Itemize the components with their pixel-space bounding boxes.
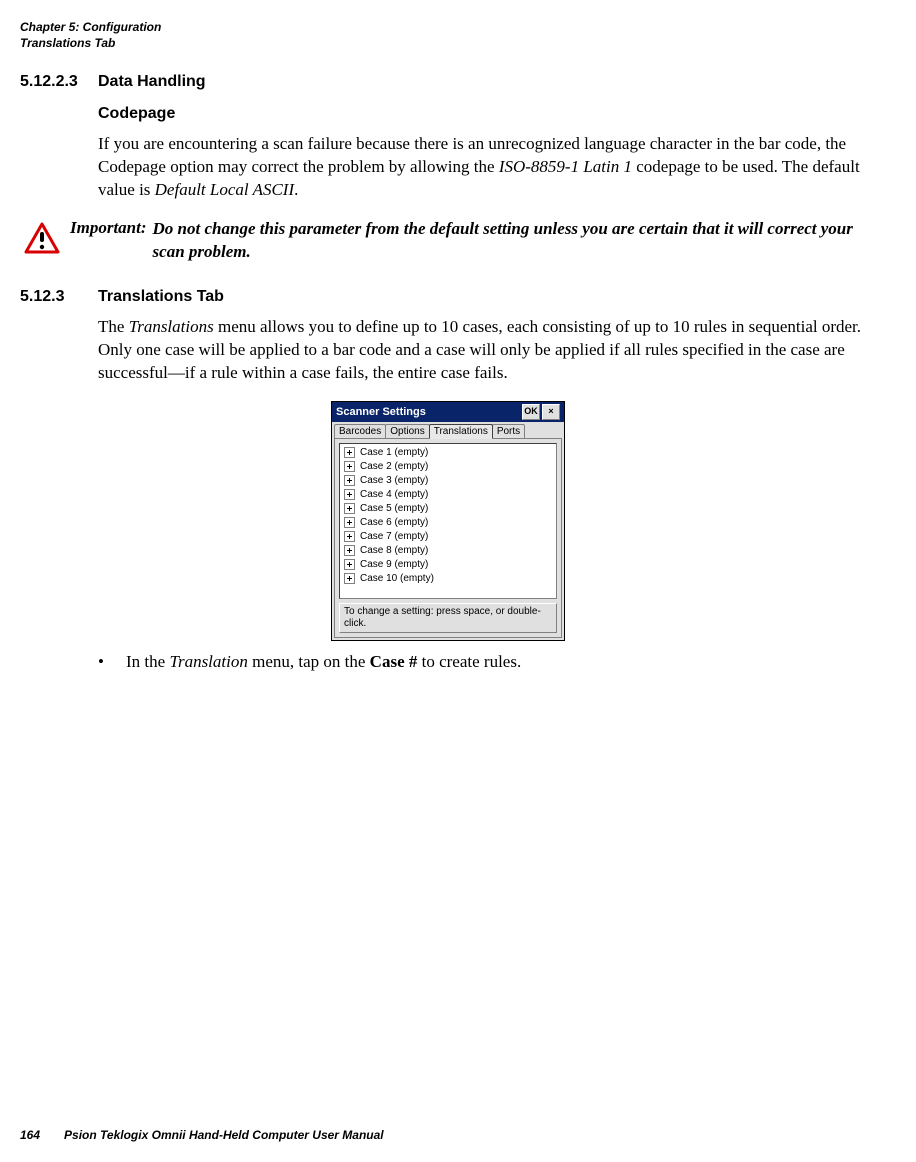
text: menu, tap on the [248,652,370,671]
scanner-settings-window: Scanner Settings OK × Barcodes Options T… [331,401,565,641]
expand-icon[interactable] [344,517,355,528]
expand-icon[interactable] [344,559,355,570]
section-title: Translations Tab [98,288,224,306]
tree-label: Case 10 (empty) [360,573,434,584]
hint-text: To change a setting: press space, or dou… [339,603,557,633]
codepage-paragraph: If you are encountering a scan failure b… [98,133,876,202]
close-button[interactable]: × [542,404,560,420]
bullet-text: In the Translation menu, tap on the Case… [126,651,521,674]
section-5-12-3: 5.12.3 Translations Tab [20,288,876,306]
tab-ports[interactable]: Ports [492,424,525,438]
tree-item[interactable]: Case 6 (empty) [342,516,554,530]
section-5-12-2-3: 5.12.2.3 Data Handling [20,73,876,91]
tree-label: Case 4 (empty) [360,489,428,500]
expand-icon[interactable] [344,461,355,472]
warning-icon [24,222,60,259]
tree-label: Case 7 (empty) [360,531,428,542]
bullet-mark: • [98,651,126,674]
important-note: Important: Do not change this parameter … [20,218,876,264]
ok-button[interactable]: OK [522,404,540,420]
section-number: 5.12.2.3 [20,73,98,91]
page-header: Chapter 5: Configuration Translations Ta… [20,20,876,51]
page-footer: 164 Psion Teklogix Omnii Hand-Held Comput… [20,1128,384,1142]
codepage-heading: Codepage [98,105,876,123]
tree-item[interactable]: Case 1 (empty) [342,446,554,460]
tree-label: Case 1 (empty) [360,447,428,458]
tab-barcodes[interactable]: Barcodes [334,424,386,438]
header-line2: Translations Tab [20,36,876,52]
tab-options[interactable]: Options [385,424,429,438]
tree-item[interactable]: Case 9 (empty) [342,558,554,572]
important-label: Important: [70,218,147,238]
text: In the [126,652,169,671]
tree-item[interactable]: Case 8 (empty) [342,544,554,558]
tree-label: Case 2 (empty) [360,461,428,472]
text-italic: Translation [169,652,247,671]
tree-item[interactable]: Case 2 (empty) [342,460,554,474]
footer-text: Psion Teklogix Omnii Hand-Held Computer … [64,1128,384,1142]
expand-icon[interactable] [344,545,355,556]
important-text: Do not change this parameter from the de… [153,218,876,264]
text-italic: Default Local ASCII [155,180,294,199]
header-line1: Chapter 5: Configuration [20,20,876,36]
text-italic: ISO-8859-1 Latin 1 [499,157,632,176]
screenshot-container: Scanner Settings OK × Barcodes Options T… [20,401,876,641]
tree-item[interactable]: Case 7 (empty) [342,530,554,544]
translations-paragraph: The Translations menu allows you to defi… [98,316,876,385]
tree-label: Case 8 (empty) [360,545,428,556]
tree-item[interactable]: Case 10 (empty) [342,572,554,586]
expand-icon[interactable] [344,573,355,584]
tree-item[interactable]: Case 3 (empty) [342,474,554,488]
tab-translations[interactable]: Translations [429,424,493,439]
window-title: Scanner Settings [336,406,520,418]
tree-label: Case 3 (empty) [360,475,428,486]
tree-label: Case 5 (empty) [360,503,428,514]
page-number: 164 [20,1128,40,1142]
text: The [98,317,129,336]
expand-icon[interactable] [344,503,355,514]
tree-label: Case 9 (empty) [360,559,428,570]
text: to create rules. [417,652,521,671]
case-tree[interactable]: Case 1 (empty) Case 2 (empty) Case 3 (em… [339,443,557,599]
tab-body: Case 1 (empty) Case 2 (empty) Case 3 (em… [334,438,562,638]
expand-icon[interactable] [344,531,355,542]
section-title: Data Handling [98,73,206,91]
text-bold: Case # [370,652,418,671]
expand-icon[interactable] [344,447,355,458]
expand-icon[interactable] [344,489,355,500]
expand-icon[interactable] [344,475,355,486]
window-titlebar: Scanner Settings OK × [332,402,564,422]
text-italic: Translations [129,317,214,336]
tree-item[interactable]: Case 4 (empty) [342,488,554,502]
text: . [294,180,298,199]
section-number: 5.12.3 [20,288,98,306]
tree-item[interactable]: Case 5 (empty) [342,502,554,516]
tab-bar: Barcodes Options Translations Ports [332,422,564,438]
bullet-item: • In the Translation menu, tap on the Ca… [98,651,876,674]
tree-label: Case 6 (empty) [360,517,428,528]
